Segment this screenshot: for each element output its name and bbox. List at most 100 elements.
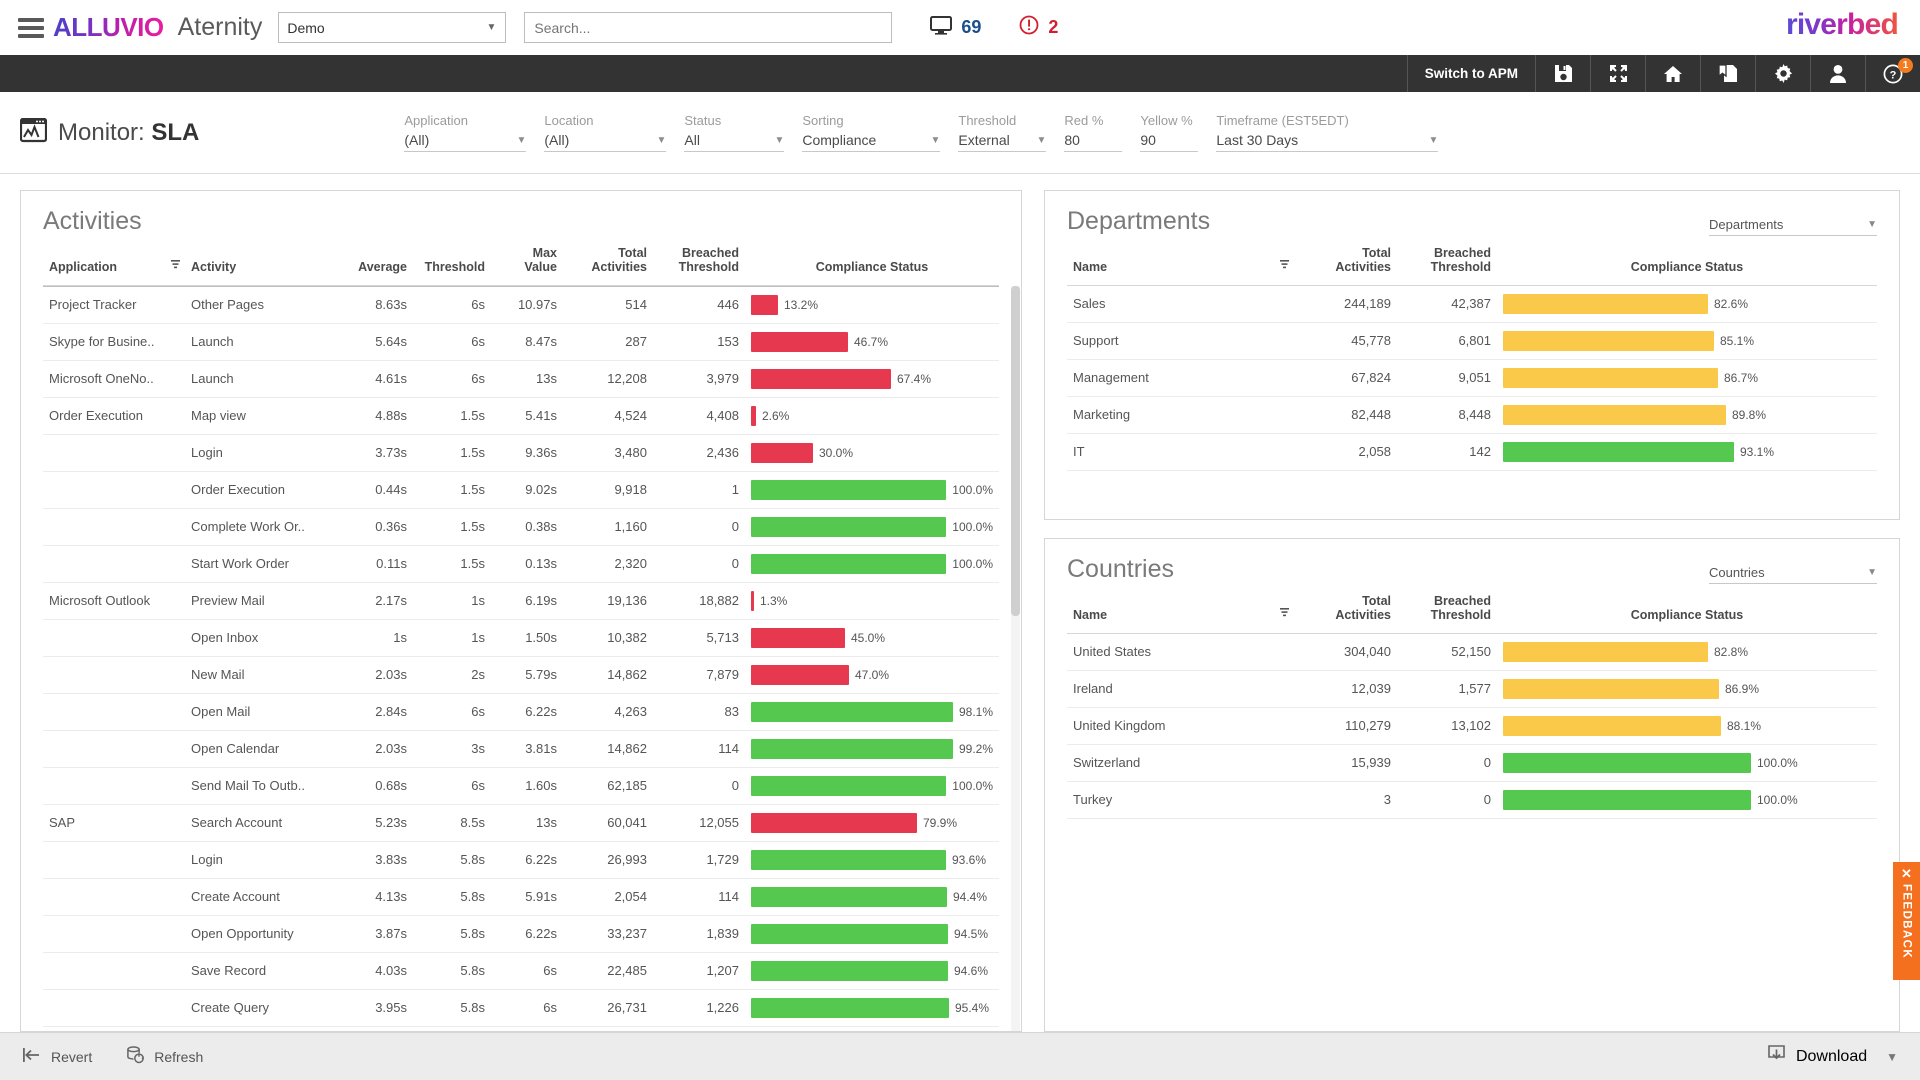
table-row[interactable]: Order Execution Map view 4.88s 1.5s 5.41s 4,5… xyxy=(43,396,999,435)
help-icon[interactable]: ? 1 xyxy=(1866,55,1920,92)
table-row[interactable]: Open Mail 2.84s 6s 6.22s 4,263 83 98.1% xyxy=(43,693,999,731)
filter-group: Application (All) ▼ Location (All) ▼ Sta… xyxy=(404,113,1456,152)
col-total-activities[interactable]: Total Activities xyxy=(1301,242,1397,286)
table-row[interactable]: Ireland 12,039 1,577 86.9% xyxy=(1067,670,1877,708)
table-row[interactable]: Management 67,824 9,051 86.7% xyxy=(1067,359,1877,397)
table-row[interactable]: United Kingdom 110,279 13,102 88.1% xyxy=(1067,707,1877,745)
table-row[interactable]: Skype for Busine.. Launch 5.64s 6s 8.47s 287 1… xyxy=(43,322,999,361)
table-row[interactable]: Start Work Order 0.11s 1.5s 0.13s 2,320 0 100.… xyxy=(43,545,999,583)
activities-scroll-thumb[interactable] xyxy=(1011,285,1020,616)
col-compliance-status[interactable]: Compliance Status xyxy=(745,242,999,286)
activities-table: Project Tracker Other Pages 8.63s 6s 10.97s 5… xyxy=(43,285,999,1027)
departments-dimension-select[interactable]: Departments ▼ xyxy=(1709,217,1877,236)
table-row[interactable]: Sales 244,189 42,387 82.6% xyxy=(1067,285,1877,323)
filter-location-select[interactable]: (All) ▼ xyxy=(544,132,667,152)
col-threshold[interactable]: Threshold xyxy=(413,242,491,286)
chevron-down-icon[interactable]: ▼ xyxy=(1886,1050,1898,1064)
compliance-bar-cell: 85.1% xyxy=(1503,330,1871,351)
table-row[interactable]: Open Calendar 2.03s 3s 3.81s 14,862 114 99.2% xyxy=(43,730,999,768)
alert-count-indicator[interactable]: 2 xyxy=(1019,15,1058,40)
table-row[interactable]: SAP Search Account 5.23s 8.5s 13s 60,041 12,05… xyxy=(43,803,999,842)
sort-toggle-departments[interactable] xyxy=(1267,242,1301,286)
table-row[interactable]: Open Opportunity 3.87s 5.8s 6.22s 33,237 1,83… xyxy=(43,915,999,953)
filter-status-select[interactable]: All ▼ xyxy=(684,132,785,152)
col-name[interactable]: Name xyxy=(1067,590,1267,634)
footer-bar: Revert Refresh Download ▼ xyxy=(0,1032,1920,1080)
table-row[interactable]: Save Record 4.03s 5.8s 6s 22,485 1,207 94.6% xyxy=(43,952,999,990)
col-total-activities[interactable]: Total Activities xyxy=(563,242,653,286)
cell-average: 4.03s xyxy=(335,952,413,990)
table-row[interactable]: Microsoft OneNo.. Launch 4.61s 6s 13s 12,208 3… xyxy=(43,359,999,398)
filter-sorting-select[interactable]: Compliance ▼ xyxy=(802,132,941,152)
table-row[interactable]: Switzerland 15,939 0 100.0% xyxy=(1067,744,1877,782)
filter-red-percent-input[interactable] xyxy=(1064,132,1123,152)
col-name[interactable]: Name xyxy=(1067,242,1267,286)
col-compliance-status[interactable]: Compliance Status xyxy=(1497,242,1877,286)
filter-threshold-select[interactable]: External ▼ xyxy=(958,132,1047,152)
table-row[interactable]: Send Mail To Outb.. 0.68s 6s 1.60s 62,185 0 10… xyxy=(43,767,999,805)
table-row[interactable]: New Mail 2.03s 2s 5.79s 14,862 7,879 47.0% xyxy=(43,656,999,694)
cell-max-value: 1.50s xyxy=(491,619,563,657)
table-row[interactable]: Project Tracker Other Pages 8.63s 6s 10.97s 5… xyxy=(43,285,999,324)
close-icon[interactable]: ✕ xyxy=(1901,867,1912,880)
table-row[interactable]: United States 304,040 52,150 82.8% xyxy=(1067,633,1877,671)
col-breached-threshold[interactable]: Breached Threshold xyxy=(653,242,745,286)
cell-breached-threshold: 446 xyxy=(653,285,745,324)
compliance-percent: 45.0% xyxy=(851,630,886,645)
gear-icon[interactable] xyxy=(1756,55,1810,92)
col-total-activities[interactable]: Total Activities xyxy=(1301,590,1397,634)
col-activity[interactable]: Activity xyxy=(185,242,335,286)
table-row[interactable]: Create Query 3.95s 5.8s 6s 26,731 1,226 95.4% xyxy=(43,989,999,1027)
table-row[interactable]: Login 3.73s 1.5s 9.36s 3,480 2,436 30.0% xyxy=(43,434,999,472)
countries-dimension-select[interactable]: Countries ▼ xyxy=(1709,565,1877,584)
download-button[interactable]: Download ▼ xyxy=(1766,1045,1898,1068)
filter-application-select[interactable]: (All) ▼ xyxy=(404,132,527,152)
bookmark-icon[interactable] xyxy=(1701,55,1755,92)
revert-button[interactable]: Revert xyxy=(22,1047,92,1066)
table-row[interactable]: Microsoft Outlook Preview Mail 2.17s 1s 6.19… xyxy=(43,581,999,620)
table-row[interactable]: Order Execution 0.44s 1.5s 9.02s 9,918 1 100.0… xyxy=(43,471,999,509)
col-breached-threshold[interactable]: Breached Threshold xyxy=(1397,590,1497,634)
fullscreen-icon[interactable] xyxy=(1591,55,1645,92)
device-count-indicator[interactable]: 69 xyxy=(930,15,981,40)
search-input[interactable] xyxy=(524,12,893,43)
compliance-percent: 95.4% xyxy=(955,1000,990,1015)
tenant-selector[interactable]: Demo ▼ xyxy=(278,12,507,43)
col-breached-threshold[interactable]: Breached Threshold xyxy=(1397,242,1497,286)
table-row[interactable]: Turkey 3 0 100.0% xyxy=(1067,781,1877,819)
col-compliance-status[interactable]: Compliance Status xyxy=(1497,590,1877,634)
table-row[interactable]: Create Account 4.13s 5.8s 5.91s 2,054 114 94.4… xyxy=(43,878,999,916)
table-row[interactable]: Open Inbox 1s 1s 1.50s 10,382 5,713 45.0% xyxy=(43,619,999,657)
user-icon[interactable] xyxy=(1811,55,1865,92)
save-icon[interactable] xyxy=(1536,55,1590,92)
table-row[interactable]: Marketing 82,448 8,448 89.8% xyxy=(1067,396,1877,434)
activities-table-scroll[interactable]: Project Tracker Other Pages 8.63s 6s 10.97s 5… xyxy=(21,285,1021,1031)
activities-scrollbar[interactable] xyxy=(1011,285,1020,1031)
table-row[interactable]: Support 45,778 6,801 85.1% xyxy=(1067,322,1877,360)
cell-breached-threshold: 2,436 xyxy=(653,434,745,472)
filter-yellow-percent-input[interactable] xyxy=(1140,132,1199,152)
feedback-tab[interactable]: ✕ FEEDBACK xyxy=(1893,862,1920,980)
refresh-button[interactable]: Refresh xyxy=(126,1046,203,1067)
cell-total-activities: 26,993 xyxy=(563,841,653,879)
compliance-bar-cell: 94.6% xyxy=(751,960,993,981)
col-average[interactable]: Average xyxy=(335,242,413,286)
col-max-value[interactable]: Max Value xyxy=(491,242,563,286)
home-icon[interactable] xyxy=(1646,55,1700,92)
switch-to-apm-button[interactable]: Switch to APM xyxy=(1408,55,1535,92)
table-row[interactable]: IT 2,058 142 93.1% xyxy=(1067,433,1877,471)
sort-toggle-application[interactable] xyxy=(163,242,185,286)
cell-compliance-status: 100.0% xyxy=(1497,744,1877,782)
sort-toggle-countries[interactable] xyxy=(1267,590,1301,634)
cell-max-value: 8.47s xyxy=(491,322,563,361)
compliance-bar-cell: 95.4% xyxy=(751,997,993,1018)
filter-timeframe-select[interactable]: Last 30 Days ▼ xyxy=(1216,132,1439,152)
table-row[interactable]: Complete Work Or.. 0.36s 1.5s 0.38s 1,160 0 10… xyxy=(43,508,999,546)
cell-activity: Send Mail To Outb.. xyxy=(185,767,335,805)
brand-alluvio-logo: ALLUVIO xyxy=(53,12,164,42)
col-application[interactable]: Application xyxy=(43,242,163,286)
cell-name: United Kingdom xyxy=(1067,707,1267,745)
cell-compliance-status: 79.9% xyxy=(745,803,999,842)
table-row[interactable]: Login 3.83s 5.8s 6.22s 26,993 1,729 93.6% xyxy=(43,841,999,879)
menu-icon[interactable] xyxy=(18,17,44,38)
